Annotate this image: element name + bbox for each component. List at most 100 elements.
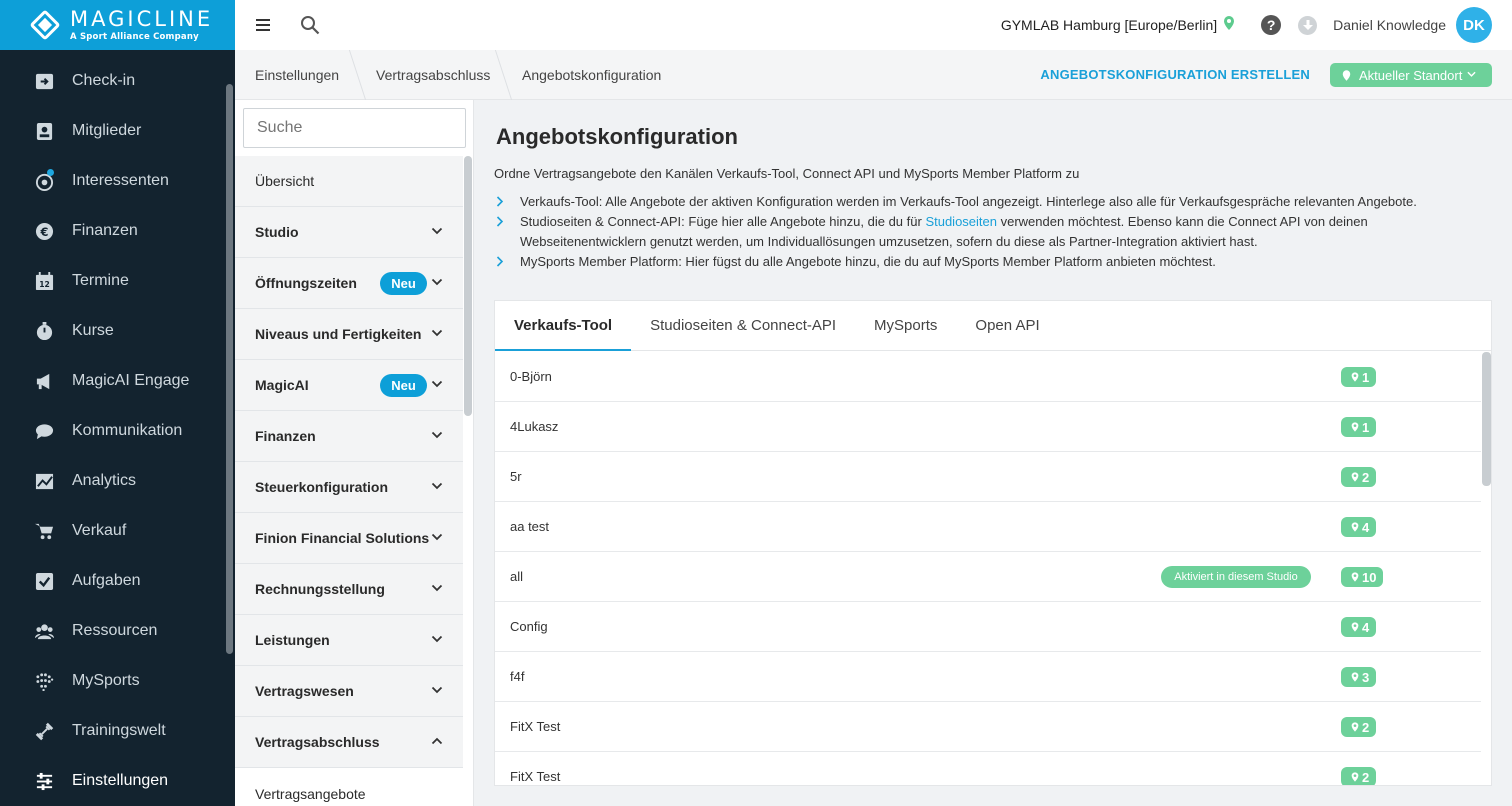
dumbbell-icon xyxy=(34,721,54,741)
current-location-dropdown[interactable]: Aktueller Standort xyxy=(1330,63,1492,87)
tab-verkaufs-tool[interactable]: Verkaufs-Tool xyxy=(495,301,632,351)
breadcrumb-vertragsabschluss[interactable]: Vertragsabschluss xyxy=(376,50,490,100)
settings-item-label: Steuerkonfiguration xyxy=(255,479,389,495)
nav-item-mysports[interactable]: MySports xyxy=(0,656,235,706)
location-count-badge: 2 xyxy=(1341,467,1377,487)
table-row[interactable]: FitX Test 2 xyxy=(495,702,1481,752)
settings-item-leistungen[interactable]: Leistungen xyxy=(235,615,463,666)
config-name: all xyxy=(510,569,524,584)
create-offer-config-button[interactable]: ANGEBOTSKONFIGURATION ERSTELLEN xyxy=(1040,50,1310,100)
settings-item-niveaus-und-fertigkeiten[interactable]: Niveaus und Fertigkeiten xyxy=(235,309,463,360)
config-name: f4f xyxy=(510,669,525,684)
table-row[interactable]: 4Lukasz 1 xyxy=(495,402,1481,452)
config-name: 4Lukasz xyxy=(510,419,559,434)
settings-scrollbar[interactable] xyxy=(464,156,472,416)
nav-label: Ressourcen xyxy=(72,622,158,639)
settings-item-magicai[interactable]: MagicAI Neu xyxy=(235,360,463,411)
table-row[interactable]: all Aktiviert in diesem Studio 10 xyxy=(495,552,1481,602)
settings-item-vertragswesen[interactable]: Vertragswesen xyxy=(235,666,463,717)
table-row[interactable]: f4f 3 xyxy=(495,652,1481,702)
nav-item-finanzen[interactable]: € Finanzen xyxy=(0,206,235,256)
active-status-badge: Aktiviert in diesem Studio xyxy=(1161,566,1311,588)
table-row[interactable]: 5r 2 xyxy=(495,452,1481,502)
nav-item-kommunikation[interactable]: Kommunikation xyxy=(0,406,235,456)
nav-item-trainingswelt[interactable]: Trainingswelt xyxy=(0,706,235,756)
settings-item-label: Übersicht xyxy=(255,173,315,189)
nav-item-einstellungen[interactable]: Einstellungen xyxy=(0,756,235,806)
nav-item-aufgaben[interactable]: Aufgaben xyxy=(0,556,235,606)
list-scrollbar[interactable] xyxy=(1482,352,1491,486)
config-name: FitX Test xyxy=(510,719,561,734)
location-pin-icon xyxy=(1342,69,1351,81)
main-navigation: MAGICLINE A Sport Alliance Company Check… xyxy=(0,0,235,806)
settings-item-vertragsabschluss[interactable]: Vertragsabschluss xyxy=(235,717,463,768)
nav-label: Analytics xyxy=(72,472,137,489)
nav-list: Check-in Mitglieder Interessenten € Fina… xyxy=(0,56,235,806)
nav-label: Finanzen xyxy=(72,222,138,239)
main-content: Angebotskonfiguration Ordne Vertragsange… xyxy=(474,100,1512,806)
nav-item-magicai-engage[interactable]: MagicAI Engage xyxy=(0,356,235,406)
nav-item-kurse[interactable]: Kurse xyxy=(0,306,235,356)
settings-search-input[interactable] xyxy=(243,108,466,148)
studio-selector[interactable]: GYMLAB Hamburg [Europe/Berlin] xyxy=(1001,17,1217,33)
tab-studioseiten-connect-api[interactable]: Studioseiten & Connect-API xyxy=(631,301,855,350)
breadcrumb-angebotskonfiguration: Angebotskonfiguration xyxy=(522,67,662,83)
nav-item-verkauf[interactable]: Verkauf xyxy=(0,506,235,556)
settings-item-rechnungsstellung[interactable]: Rechnungsstellung xyxy=(235,564,463,615)
nav-item-ressourcen[interactable]: Ressourcen xyxy=(0,606,235,656)
table-row[interactable]: 0-Björn 1 xyxy=(495,352,1481,402)
settings-item-finanzen[interactable]: Finanzen xyxy=(235,411,463,462)
settings-item-studio[interactable]: Studio xyxy=(235,207,463,258)
nav-item-termine[interactable]: 12 Termine xyxy=(0,256,235,306)
chart-icon xyxy=(34,471,54,491)
sliders-icon xyxy=(34,771,54,791)
location-pin-icon xyxy=(1351,472,1359,482)
location-pin-icon xyxy=(1351,522,1359,532)
chevron-down-icon xyxy=(431,329,443,337)
settings-item-label: Rechnungsstellung xyxy=(255,581,385,597)
nav-item-analytics[interactable]: Analytics xyxy=(0,456,235,506)
table-row[interactable]: aa test 4 xyxy=(495,502,1481,552)
nav-item-checkin[interactable]: Check-in xyxy=(0,56,235,106)
location-count-badge: 10 xyxy=(1341,567,1384,587)
location-count-badge: 1 xyxy=(1341,417,1377,437)
nav-label: MagicAI Engage xyxy=(72,372,190,389)
menu-icon[interactable] xyxy=(256,19,270,31)
search-icon[interactable] xyxy=(300,15,320,35)
info-item-studioseiten: Studioseiten & Connect-API: Füge hier al… xyxy=(494,212,1454,252)
nav-item-mitglieder[interactable]: Mitglieder xyxy=(0,106,235,156)
tab-open-api[interactable]: Open API xyxy=(956,301,1058,350)
settings-item-vertragsangebote[interactable]: Vertragsangebote xyxy=(235,768,463,806)
breadcrumb-einstellungen[interactable]: Einstellungen xyxy=(255,50,339,100)
config-name: FitX Test xyxy=(510,769,561,784)
info-list: Verkaufs-Tool: Alle Angebote der aktiven… xyxy=(494,192,1454,272)
location-count-badge: 2 xyxy=(1341,717,1377,737)
location-pin-icon xyxy=(1351,672,1359,682)
chevron-right-icon xyxy=(496,196,504,207)
offer-config-panel: Verkaufs-Tool Studioseiten & Connect-API… xyxy=(494,300,1492,786)
nav-scrollbar[interactable] xyxy=(226,84,233,654)
avatar[interactable]: DK xyxy=(1456,7,1492,43)
calendar-icon: 12 xyxy=(34,271,54,291)
location-pin-icon xyxy=(1351,572,1359,582)
user-name[interactable]: Daniel Knowledge xyxy=(1333,17,1446,33)
settings-item-steuerkonfiguration[interactable]: Steuerkonfiguration xyxy=(235,462,463,513)
nav-label: Verkauf xyxy=(72,522,127,539)
download-icon[interactable] xyxy=(1298,15,1318,35)
tab-mysports[interactable]: MySports xyxy=(855,301,956,350)
euro-icon: € xyxy=(34,221,54,241)
location-count-badge: 4 xyxy=(1341,617,1377,637)
chevron-right-icon xyxy=(496,216,504,227)
table-row[interactable]: FitX Test 2 xyxy=(495,752,1481,785)
settings-item-label: Vertragsabschluss xyxy=(255,734,380,750)
nav-item-interessenten[interactable]: Interessenten xyxy=(0,156,235,206)
studioseiten-link[interactable]: Studioseiten xyxy=(925,214,997,229)
settings-item-öffnungszeiten[interactable]: Öffnungszeiten Neu xyxy=(235,258,463,309)
settings-item-übersicht[interactable]: Übersicht xyxy=(235,156,463,207)
brand-logo[interactable]: MAGICLINE A Sport Alliance Company xyxy=(0,0,235,50)
settings-item-finion-financial-solutions[interactable]: Finion Financial Solutions xyxy=(235,513,463,564)
location-pin-icon xyxy=(1351,372,1359,382)
help-icon[interactable]: ? xyxy=(1261,15,1282,35)
table-row[interactable]: Config 4 xyxy=(495,602,1481,652)
checkin-icon xyxy=(34,71,54,91)
